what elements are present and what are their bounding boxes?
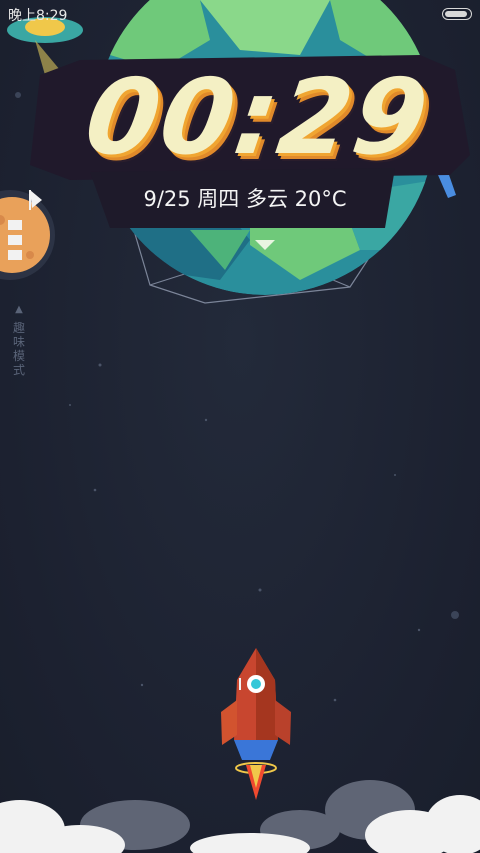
cloud-layer [0, 780, 480, 853]
lock-screen: 00:29 9/25 周四 多云 20°C 晚上8:29 ▲ 趣味模式 [0, 0, 480, 853]
